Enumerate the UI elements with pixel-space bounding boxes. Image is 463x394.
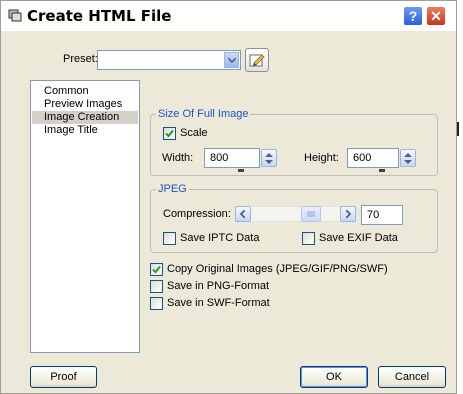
scale-checkbox[interactable]: [163, 127, 176, 140]
check-icon: [152, 265, 161, 274]
chevron-right-icon: [346, 210, 351, 218]
title-bar[interactable]: Create HTML File ? ✕: [1, 1, 456, 31]
spin-down-icon: [404, 160, 412, 164]
height-label: Height:: [304, 152, 339, 164]
compression-label: Compression:: [163, 208, 231, 220]
spin-up-icon: [404, 153, 412, 157]
ok-button[interactable]: OK: [300, 366, 368, 388]
width-input[interactable]: 800: [204, 148, 260, 168]
grip-icon: [307, 211, 315, 217]
compression-slider-track[interactable]: [251, 206, 340, 222]
sidebar-item-preview-images[interactable]: Preview Images: [32, 98, 138, 111]
jpeg-group-legend: JPEG: [158, 183, 187, 195]
create-html-file-dialog: Create HTML File ? ✕ Preset: Common Prev…: [0, 0, 457, 394]
scroll-right-button[interactable]: [340, 206, 356, 222]
scroll-left-button[interactable]: [235, 206, 251, 222]
preset-label: Preset:: [63, 53, 98, 65]
window-title: Create HTML File: [27, 7, 172, 25]
compression-input[interactable]: 70: [361, 205, 403, 225]
chevron-left-icon: [240, 210, 245, 218]
size-group-legend: Size Of Full Image: [158, 108, 249, 120]
save-png-label: Save in PNG-Format: [167, 280, 270, 292]
height-spinner[interactable]: [400, 149, 416, 167]
scale-label: Scale: [180, 127, 208, 139]
save-exif-checkbox[interactable]: [302, 232, 315, 245]
sidebar-item-image-title[interactable]: Image Title: [32, 124, 138, 137]
compression-slider-thumb[interactable]: [301, 206, 321, 222]
cancel-button[interactable]: Cancel: [378, 366, 446, 388]
save-exif-label: Save EXIF Data: [319, 232, 398, 244]
height-input[interactable]: 600: [347, 148, 399, 168]
check-icon: [165, 129, 174, 138]
app-icon: [8, 9, 22, 22]
width-spinner[interactable]: [261, 149, 277, 167]
sidebar-item-common[interactable]: Common: [32, 85, 138, 98]
spin-up-icon: [265, 153, 273, 157]
copy-original-images-checkbox[interactable]: [150, 263, 163, 276]
copy-original-images-label: Copy Original Images (JPEG/GIF/PNG/SWF): [167, 263, 388, 275]
save-iptc-label: Save IPTC Data: [180, 232, 260, 244]
edit-icon: [249, 54, 265, 67]
save-png-checkbox[interactable]: [150, 280, 163, 293]
width-label: Width:: [162, 152, 194, 164]
chevron-down-icon[interactable]: [224, 52, 239, 68]
proof-button[interactable]: Proof: [30, 366, 97, 388]
edit-preset-button[interactable]: [245, 48, 269, 72]
category-list[interactable]: Common Preview Images Image Creation Ima…: [30, 80, 140, 353]
help-button[interactable]: ?: [403, 6, 423, 26]
background-edge-mark: [457, 122, 459, 136]
height-tick: [379, 169, 385, 172]
preset-dropdown[interactable]: [97, 50, 241, 70]
save-swf-checkbox[interactable]: [150, 297, 163, 310]
save-iptc-checkbox[interactable]: [163, 232, 176, 245]
close-button[interactable]: ✕: [426, 6, 446, 26]
spin-down-icon: [265, 160, 273, 164]
width-tick: [238, 169, 244, 172]
save-swf-label: Save in SWF-Format: [167, 297, 270, 309]
sidebar-item-image-creation[interactable]: Image Creation: [32, 111, 138, 124]
